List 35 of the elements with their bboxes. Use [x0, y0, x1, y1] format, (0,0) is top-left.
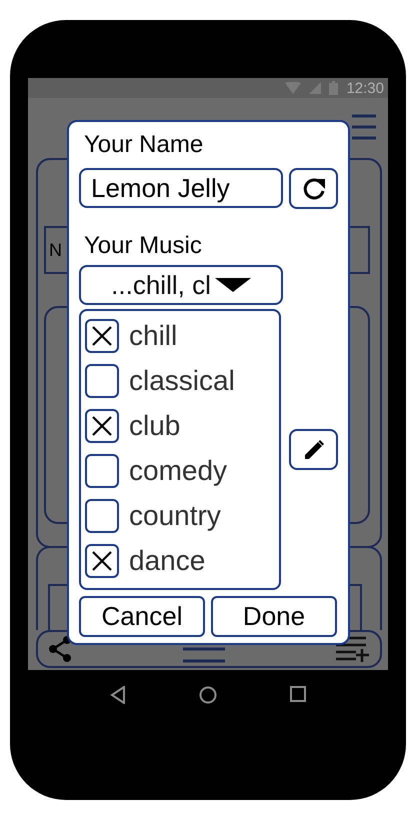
checkbox[interactable] — [85, 364, 119, 398]
status-time: 12:30 — [346, 80, 384, 96]
checkbox[interactable] — [85, 318, 119, 352]
genre-label[interactable]: dance — [129, 544, 206, 578]
battery-icon — [329, 81, 338, 95]
caret-icon — [214, 278, 251, 292]
cross-icon — [91, 414, 113, 436]
signal-icon — [309, 82, 322, 94]
genre-label[interactable]: country — [129, 498, 221, 532]
cross-icon — [91, 324, 113, 346]
genre-label[interactable]: chill — [129, 318, 178, 352]
dialog-button[interactable]: Done — [211, 596, 337, 637]
back-icon[interactable] — [110, 686, 126, 704]
cross-icon — [91, 550, 113, 572]
playlist-add-icon[interactable] — [336, 636, 370, 662]
home-icon[interactable] — [198, 686, 217, 704]
background-label: N — [49, 240, 62, 260]
checkbox[interactable] — [85, 498, 119, 532]
music-dropdown[interactable]: ...chill, cl — [79, 265, 283, 305]
recents-icon[interactable] — [290, 686, 306, 702]
share-icon[interactable] — [48, 636, 72, 662]
checkbox[interactable] — [85, 454, 119, 488]
wifi-icon — [285, 82, 302, 94]
edit-button[interactable] — [289, 429, 338, 470]
refresh-button[interactable] — [289, 168, 338, 209]
music-label: Your Music — [84, 231, 203, 261]
genre-label[interactable]: classical — [129, 364, 235, 398]
name-label: Your Name — [84, 130, 204, 160]
name-field[interactable]: Lemon Jelly — [79, 168, 283, 208]
checkbox[interactable] — [85, 408, 119, 442]
dialog-button[interactable]: Cancel — [79, 596, 205, 637]
checkbox[interactable] — [85, 544, 119, 578]
genre-label[interactable]: club — [129, 408, 180, 442]
genre-label[interactable]: comedy — [129, 454, 228, 488]
refresh-icon — [300, 176, 326, 202]
